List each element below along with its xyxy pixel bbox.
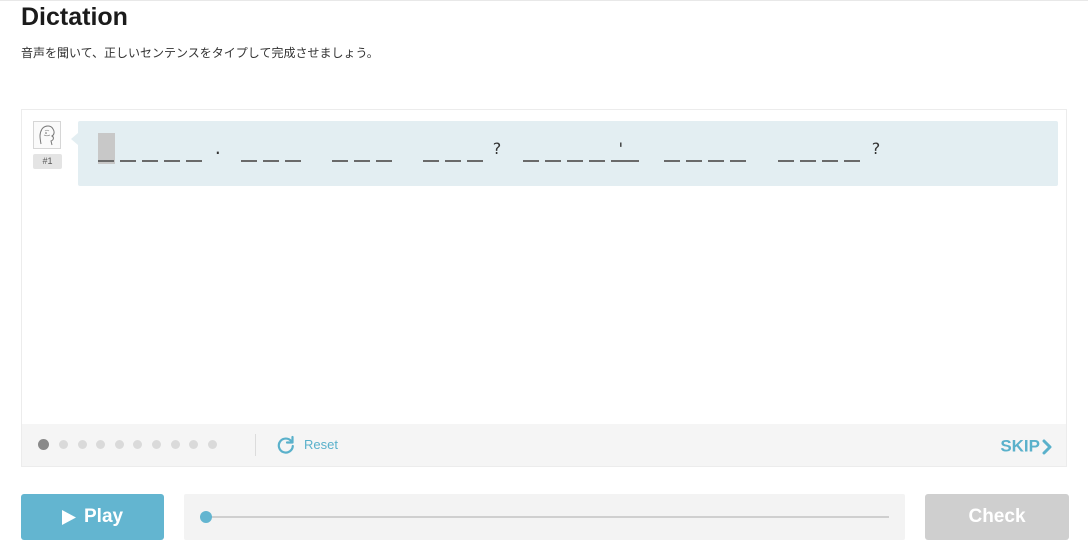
blank-slot <box>708 160 724 162</box>
blank-slot <box>120 160 136 162</box>
top-divider <box>0 0 1088 1</box>
blank-slot <box>589 160 605 162</box>
blank-slot <box>142 160 158 162</box>
punctuation-mark: ' <box>616 139 626 158</box>
progress-dot-current <box>38 439 49 450</box>
blank-slot <box>523 160 539 162</box>
punctuation-mark: ? <box>871 139 881 158</box>
person-sketch-icon <box>33 121 61 149</box>
progress-dot <box>189 440 198 449</box>
blank-slot <box>664 160 680 162</box>
progress-dot <box>78 440 87 449</box>
progress-dot <box>171 440 180 449</box>
play-icon <box>62 510 76 525</box>
blank-slot <box>332 160 348 162</box>
blank-slot <box>423 160 439 162</box>
punctuation-mark: ? <box>492 139 502 158</box>
progress-dot <box>59 440 68 449</box>
footer-divider <box>255 434 256 456</box>
chevron-right-icon <box>1042 439 1052 455</box>
page-title: Dictation <box>21 3 128 31</box>
skip-label: SKIP <box>1000 436 1040 456</box>
progress-dot <box>96 440 105 449</box>
play-label: Play <box>84 506 124 527</box>
blank-slot <box>778 160 794 162</box>
refresh-icon <box>277 435 294 454</box>
blank-slot <box>567 160 583 162</box>
blank-slot <box>186 160 202 162</box>
question-number-badge: #1 <box>33 154 62 169</box>
blank-slot <box>623 160 639 162</box>
panel-footer: Reset SKIP <box>22 424 1066 466</box>
blank-slot <box>241 160 257 162</box>
blank-slot <box>445 160 461 162</box>
audio-track-line <box>206 516 889 518</box>
blank-slot <box>467 160 483 162</box>
dictation-panel: #1 . ? ' ? Reset SKIP <box>21 109 1067 467</box>
blank-slot <box>800 160 816 162</box>
audio-progress-bar[interactable] <box>184 494 905 540</box>
progress-dot <box>152 440 161 449</box>
play-button[interactable]: Play <box>21 494 164 540</box>
blank-slot <box>545 160 561 162</box>
blank-slot <box>822 160 838 162</box>
blank-slot <box>98 160 114 162</box>
progress-dot <box>208 440 217 449</box>
reset-label: Reset <box>304 437 338 452</box>
blank-slot <box>263 160 279 162</box>
blank-slot <box>164 160 180 162</box>
audio-scrub-handle[interactable] <box>200 511 212 523</box>
progress-dot <box>115 440 124 449</box>
sentence-bubble: . ? ' ? <box>71 121 1058 186</box>
check-button[interactable]: Check <box>925 494 1069 540</box>
blank-slot <box>730 160 746 162</box>
punctuation-mark: . <box>213 139 223 158</box>
blank-slot <box>354 160 370 162</box>
blank-slot <box>686 160 702 162</box>
skip-button[interactable]: SKIP <box>1000 434 1052 458</box>
blank-slot <box>285 160 301 162</box>
page-subtitle: 音声を聞いて、正しいセンテンスをタイプして完成させましょう。 <box>21 46 379 60</box>
blank-slot <box>844 160 860 162</box>
blank-slot <box>376 160 392 162</box>
progress-dot <box>133 440 142 449</box>
